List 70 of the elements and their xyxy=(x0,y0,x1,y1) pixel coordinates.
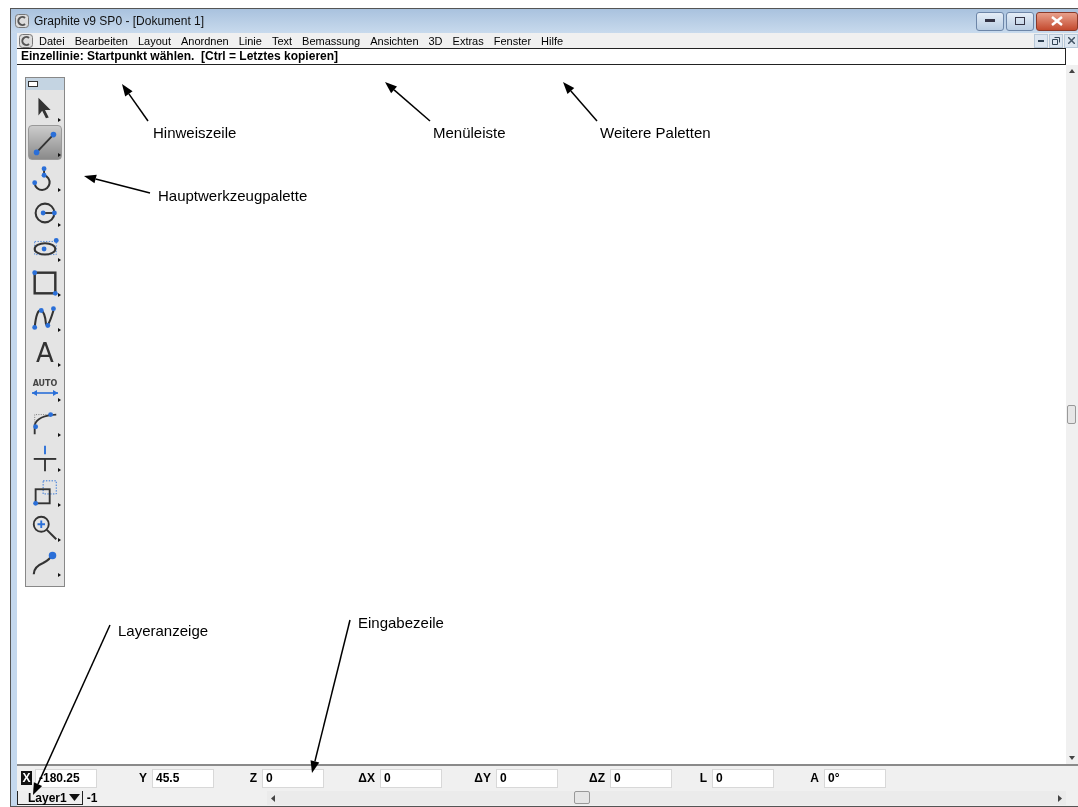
scroll-up-icon[interactable] xyxy=(1069,69,1075,73)
layer-dropdown[interactable]: Layer1 xyxy=(17,791,83,805)
squares-icon xyxy=(30,477,60,508)
close-button[interactable] xyxy=(1036,11,1078,31)
menu-item[interactable]: Datei xyxy=(34,34,70,47)
scroll-down-icon[interactable] xyxy=(1069,756,1075,760)
input-field[interactable]: 45.5 xyxy=(152,768,214,788)
menu-item[interactable]: Ansichten xyxy=(365,34,424,47)
restore-button[interactable] xyxy=(1049,33,1063,48)
layer-value: -1 xyxy=(86,791,99,805)
arrow xyxy=(563,82,598,122)
input-field[interactable]: 0 xyxy=(610,768,672,788)
menu-item[interactable]: Linie xyxy=(233,34,267,47)
app-icon xyxy=(15,14,29,28)
annotation-label: Menüleiste xyxy=(433,124,506,141)
field-label: Z xyxy=(248,771,257,785)
menu-item[interactable]: Fenster xyxy=(488,34,537,47)
annotation-label: Layeranzeige xyxy=(118,622,209,639)
app-icon[interactable] xyxy=(19,33,33,48)
minimize-button[interactable] xyxy=(976,11,1004,31)
minimize-icon xyxy=(1038,39,1044,42)
hint-line: Einzellinie: Startpunkt wählen. [Ctrl = Letztes kopieren] xyxy=(17,48,1066,65)
annotation-label: Hinweiszeile xyxy=(153,124,237,141)
field-label: A xyxy=(809,771,819,785)
restore-icon xyxy=(1052,36,1060,45)
field-label: L xyxy=(698,771,707,785)
field-label: ΔZ xyxy=(588,771,605,785)
input-field[interactable]: 0° xyxy=(824,768,886,788)
arrow xyxy=(122,84,149,122)
field-label: Y xyxy=(138,771,147,785)
horizontal-scrollbar[interactable] xyxy=(266,791,1066,805)
input-field[interactable]: 0 xyxy=(496,768,558,788)
menu-item[interactable]: Bearbeiten xyxy=(69,34,133,47)
window-title: Graphite v9 SP0 - [Dokument 1] xyxy=(34,14,206,28)
annotation-label: Eingabezeile xyxy=(358,614,444,631)
tool-button[interactable] xyxy=(28,125,62,160)
scroll-thumb[interactable] xyxy=(1067,405,1076,424)
tool-button[interactable]: A xyxy=(28,335,62,370)
annotation-label: Weitere Paletten xyxy=(600,124,711,141)
tool-button[interactable]: AUTO xyxy=(28,370,62,405)
arrow xyxy=(385,82,431,122)
double-arrow-icon xyxy=(30,388,60,397)
annotation-label: Hauptwerkzeugpalette xyxy=(158,187,308,204)
minimize-button[interactable] xyxy=(1034,33,1048,48)
input-field[interactable]: 0 xyxy=(380,768,442,788)
rectangle-icon xyxy=(30,267,60,298)
input-field[interactable]: 0 xyxy=(712,768,774,788)
field-label: X xyxy=(21,771,32,785)
caret-icon xyxy=(68,793,80,802)
scroll-left-icon[interactable] xyxy=(270,794,275,802)
menu-item[interactable]: Anordnen xyxy=(175,34,234,47)
menu-item[interactable]: Extras xyxy=(447,34,489,47)
field-label: ΔX xyxy=(357,771,375,785)
maximize-icon xyxy=(1015,17,1025,25)
menu-item[interactable]: 3D xyxy=(423,34,448,47)
minimize-icon xyxy=(985,19,995,23)
maximize-button[interactable] xyxy=(1006,11,1034,31)
collapse-icon[interactable] xyxy=(28,81,38,87)
close-icon xyxy=(1051,16,1063,26)
close-icon xyxy=(1067,37,1075,44)
vertical-scrollbar[interactable] xyxy=(1066,65,1078,764)
field-label: ΔY xyxy=(473,771,491,785)
arrow xyxy=(84,174,151,194)
menu-item[interactable]: Layout xyxy=(132,34,176,47)
menu-item[interactable]: Hilfe xyxy=(536,34,569,47)
scroll-thumb[interactable] xyxy=(573,791,590,804)
input-field[interactable]: 0 xyxy=(262,768,324,788)
scroll-right-icon[interactable] xyxy=(1058,794,1062,802)
menu-item[interactable]: Bemassung xyxy=(297,34,366,47)
menu-item[interactable]: Text xyxy=(266,34,298,47)
